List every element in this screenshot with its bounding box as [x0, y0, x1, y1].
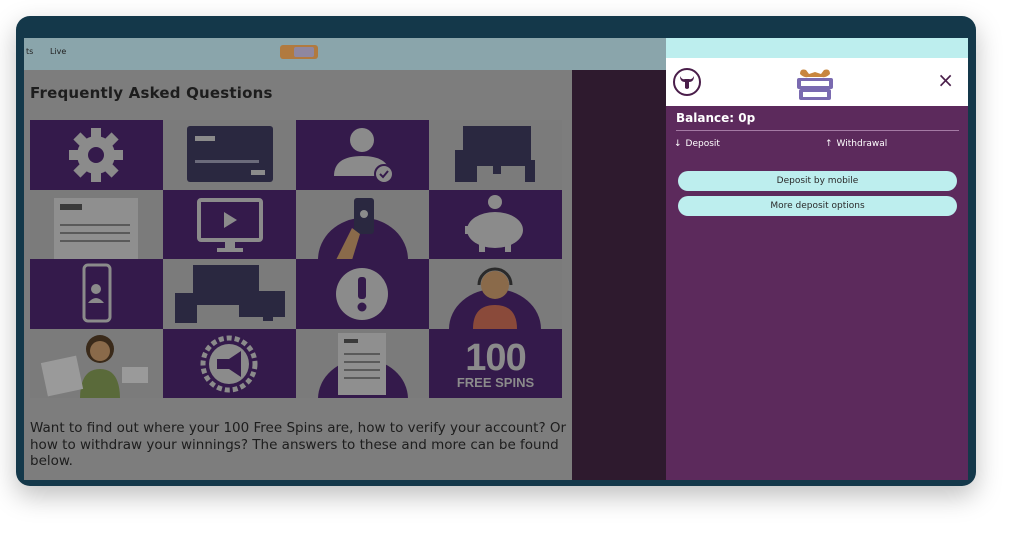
- arrow-down-icon: ↓: [674, 139, 682, 149]
- free-spins-number: 100: [465, 336, 526, 379]
- site-logo[interactable]: [280, 45, 318, 59]
- tile-piggy-bank[interactable]: [429, 189, 562, 259]
- nav-item-slots[interactable]: ts: [26, 47, 33, 56]
- faq-intro-text: Want to find out where your 100 Free Spi…: [30, 420, 567, 469]
- devices-icon: [175, 265, 285, 323]
- nav-item-live[interactable]: Live: [50, 47, 66, 56]
- piggy-bank-icon: [465, 194, 523, 252]
- tile-statement-document[interactable]: [296, 328, 429, 398]
- faq-content: Frequently Asked Questions 100 FREE SPIN…: [24, 70, 572, 480]
- free-spins-label: FREE SPINS: [456, 374, 535, 390]
- drawer-header: ×: [666, 58, 968, 106]
- gear-icon: [69, 128, 123, 182]
- browser-frame: ts Live Frequently Asked Questions 100 F…: [16, 16, 976, 486]
- tile-phone-casino-2[interactable]: [163, 259, 296, 329]
- tab-withdrawal[interactable]: ↑ Withdrawal: [825, 139, 887, 149]
- tile-gear[interactable]: [30, 120, 163, 190]
- video-play-icon: [197, 197, 263, 252]
- tile-verify-account[interactable]: [296, 120, 429, 190]
- statement-document-icon: [318, 332, 408, 398]
- tile-alert[interactable]: [296, 259, 429, 329]
- more-deposit-options-button[interactable]: More deposit options: [678, 196, 957, 216]
- tab-deposit-label: Deposit: [685, 139, 720, 149]
- tab-withdrawal-label: Withdrawal: [836, 139, 888, 149]
- page-title: Frequently Asked Questions: [30, 84, 273, 102]
- screen: ts Live Frequently Asked Questions 100 F…: [24, 38, 968, 480]
- phone-hand-icon: [318, 197, 408, 259]
- balance-display: Balance: 0p: [676, 111, 756, 125]
- tile-support-agent[interactable]: [429, 259, 562, 329]
- tile-woman-documents[interactable]: [30, 328, 163, 398]
- tile-bank-card[interactable]: [163, 120, 296, 190]
- tile-bank-statement[interactable]: [30, 189, 163, 259]
- mobile-user-icon: [82, 263, 112, 323]
- alert-icon: [336, 268, 388, 320]
- drawer-top-strip: [666, 38, 968, 58]
- tile-free-spins[interactable]: 100 FREE SPINS: [429, 328, 562, 398]
- cashier-drawer: × Balance: 0p ↓ Deposit ↑ Withdrawal Depos…: [666, 38, 968, 480]
- tile-mobile-user[interactable]: [30, 259, 163, 329]
- moose-account-button[interactable]: [673, 68, 701, 96]
- tile-megaphone[interactable]: [163, 328, 296, 398]
- faq-tile-grid: 100 FREE SPINS: [30, 120, 562, 398]
- tile-phone-hand[interactable]: [296, 189, 429, 259]
- top-navigation: ts Live: [24, 38, 666, 70]
- bank-card-icon: [187, 126, 273, 182]
- tile-video[interactable]: [163, 189, 296, 259]
- statement-icon: [54, 197, 138, 259]
- vegas-moose-logo[interactable]: [794, 66, 836, 102]
- deposit-by-mobile-button[interactable]: Deposit by mobile: [678, 171, 957, 191]
- devices-icon: [455, 126, 535, 182]
- woman-documents-icon: [40, 334, 148, 398]
- tile-phone-casino[interactable]: [429, 120, 562, 190]
- support-agent-icon: [449, 267, 541, 329]
- overlay-backdrop[interactable]: [572, 70, 666, 480]
- megaphone-icon: [200, 335, 258, 392]
- close-icon[interactable]: ×: [937, 70, 954, 90]
- user-verified-icon: [334, 128, 394, 184]
- divider: [676, 130, 959, 131]
- moose-icon: [680, 76, 694, 89]
- arrow-up-icon: ↑: [825, 139, 833, 149]
- tab-deposit[interactable]: ↓ Deposit: [674, 139, 720, 149]
